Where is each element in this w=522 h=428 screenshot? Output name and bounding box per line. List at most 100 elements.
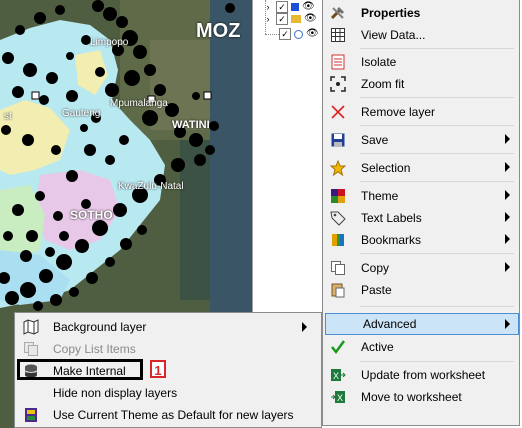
submenu-item-hide-non-display-layers[interactable]: Hide non display layers bbox=[17, 382, 319, 404]
theme-palette-icon bbox=[324, 185, 352, 207]
paste-icon bbox=[324, 279, 352, 301]
menu-item-remove-layer[interactable]: Remove layer bbox=[324, 101, 518, 123]
menu-item-view-data[interactable]: View Data... bbox=[324, 24, 518, 46]
menu-item-label: Copy bbox=[361, 261, 390, 275]
menu-item-save[interactable]: Save bbox=[324, 129, 518, 151]
submenu-item-label: Use Current Theme as Default for new lay… bbox=[53, 408, 294, 422]
menu-item-label: Paste bbox=[361, 283, 392, 297]
annotation-highlight-box bbox=[17, 359, 143, 380]
map-label-kwazulu-natal: KwaZulu-Natal bbox=[118, 181, 184, 192]
menu-item-text-labels[interactable]: Text Labels bbox=[324, 207, 518, 229]
menu-separator bbox=[360, 306, 514, 307]
menu-item-label: Properties bbox=[361, 6, 421, 20]
isolate-list-icon bbox=[324, 51, 352, 73]
submenu-item-label: Background layer bbox=[53, 320, 147, 334]
menu-item-label: Zoom fit bbox=[361, 77, 405, 91]
menu-item-active[interactable]: Active bbox=[324, 336, 518, 358]
blue-layer-icon bbox=[291, 3, 299, 11]
menu-separator bbox=[360, 181, 514, 182]
submenu-arrow-icon bbox=[505, 134, 510, 144]
red-x-icon bbox=[324, 101, 352, 123]
zoom-fit-icon bbox=[324, 73, 352, 95]
blank-icon bbox=[17, 382, 45, 404]
menu-item-label: View Data... bbox=[361, 28, 426, 42]
submenu-arrow-icon bbox=[302, 322, 307, 332]
annotation-step-number: 1 bbox=[150, 360, 166, 378]
bookmarks-icon bbox=[324, 229, 352, 251]
submenu-arrow-icon bbox=[505, 162, 510, 172]
submenu-arrow-icon bbox=[505, 319, 510, 329]
eye-icon[interactable]: 👁 bbox=[306, 29, 319, 39]
grid-table-icon bbox=[324, 24, 352, 46]
menu-separator bbox=[360, 125, 514, 126]
menu-item-label: Advanced bbox=[363, 317, 417, 331]
expand-toggle[interactable]: › bbox=[263, 2, 273, 12]
menu-item-selection[interactable]: Selection bbox=[324, 157, 518, 179]
map-label-country: MOZ bbox=[196, 20, 241, 42]
submenu-arrow-icon bbox=[505, 234, 510, 244]
map-label-eswatini: WATINI bbox=[172, 119, 210, 131]
eye-icon[interactable]: 👁 bbox=[302, 2, 315, 12]
menu-item-advanced[interactable]: Advanced bbox=[325, 313, 519, 335]
menu-item-bookmarks[interactable]: Bookmarks bbox=[324, 229, 518, 251]
map-label-mpumalanga: Mpumalanga bbox=[110, 98, 168, 109]
submenu-arrow-icon bbox=[505, 190, 510, 200]
menu-separator bbox=[360, 153, 514, 154]
layer-tree-row[interactable]: ✓ 👁 bbox=[279, 27, 319, 41]
menu-item-label: Remove layer bbox=[361, 105, 436, 119]
menu-separator bbox=[360, 97, 514, 98]
menu-item-label: Save bbox=[361, 133, 389, 147]
submenu-arrow-icon bbox=[505, 212, 510, 222]
layer-checkbox[interactable]: ✓ bbox=[279, 28, 291, 40]
folder-icon bbox=[291, 15, 301, 23]
menu-item-properties[interactable]: Properties bbox=[324, 2, 518, 24]
excel-export-icon: X bbox=[324, 386, 352, 408]
svg-text:X: X bbox=[333, 371, 339, 381]
theme-default-icon bbox=[17, 404, 45, 426]
submenu-item-use-current-theme-default[interactable]: Use Current Theme as Default for new lay… bbox=[17, 404, 319, 426]
map-label-west: st bbox=[4, 111, 12, 122]
layer-tree-row[interactable]: › ✓ 👁 bbox=[263, 12, 317, 26]
menu-item-move-to-worksheet[interactable]: X Move to worksheet bbox=[324, 386, 518, 408]
map-book-icon bbox=[17, 316, 45, 338]
menu-item-paste[interactable]: Paste bbox=[324, 279, 518, 301]
green-checkmark-icon bbox=[324, 336, 352, 358]
menu-item-copy[interactable]: Copy bbox=[324, 257, 518, 279]
menu-separator bbox=[360, 253, 514, 254]
wrench-hammer-icon bbox=[324, 2, 352, 24]
map-label-limpopo: Limpopo bbox=[90, 37, 129, 48]
svg-text:X: X bbox=[337, 393, 343, 403]
floppy-disk-icon bbox=[324, 129, 352, 151]
eye-icon[interactable]: 👁 bbox=[304, 14, 317, 24]
link-layer-icon bbox=[294, 29, 303, 39]
tree-connector bbox=[265, 34, 279, 35]
layer-checkbox[interactable]: ✓ bbox=[276, 13, 288, 25]
menu-separator bbox=[360, 48, 514, 49]
submenu-item-copy-list-items[interactable]: Copy List Items bbox=[17, 338, 319, 360]
menu-item-label: Text Labels bbox=[361, 211, 422, 225]
tag-icon bbox=[324, 207, 352, 229]
map-label-lesotho: SOTHO bbox=[70, 208, 113, 222]
copy-icon bbox=[324, 257, 352, 279]
menu-item-label: Selection bbox=[361, 161, 411, 175]
star-icon bbox=[324, 157, 352, 179]
excel-import-icon: X bbox=[324, 364, 352, 386]
menu-item-isolate[interactable]: Isolate bbox=[324, 51, 518, 73]
submenu-item-label: Copy List Items bbox=[53, 342, 136, 356]
submenu-item-background-layer[interactable]: Background layer bbox=[17, 316, 319, 338]
menu-separator bbox=[360, 361, 514, 362]
submenu-item-label: Hide non display layers bbox=[53, 386, 178, 400]
map-label-gauteng: Gauteng bbox=[62, 108, 101, 119]
copy-list-icon bbox=[17, 338, 45, 360]
advanced-icon bbox=[326, 313, 354, 335]
menu-item-zoom-fit[interactable]: Zoom fit bbox=[324, 73, 518, 95]
menu-item-label: Bookmarks bbox=[361, 233, 422, 247]
menu-item-theme[interactable]: Theme bbox=[324, 185, 518, 207]
expand-toggle[interactable]: › bbox=[263, 14, 273, 24]
submenu-arrow-icon bbox=[505, 262, 510, 272]
menu-item-label: Move to worksheet bbox=[361, 390, 462, 404]
menu-item-update-from-worksheet[interactable]: X Update from worksheet bbox=[324, 364, 518, 386]
menu-item-label: Theme bbox=[361, 189, 399, 203]
menu-item-label: Isolate bbox=[361, 55, 397, 69]
menu-item-label: Active bbox=[361, 340, 394, 354]
